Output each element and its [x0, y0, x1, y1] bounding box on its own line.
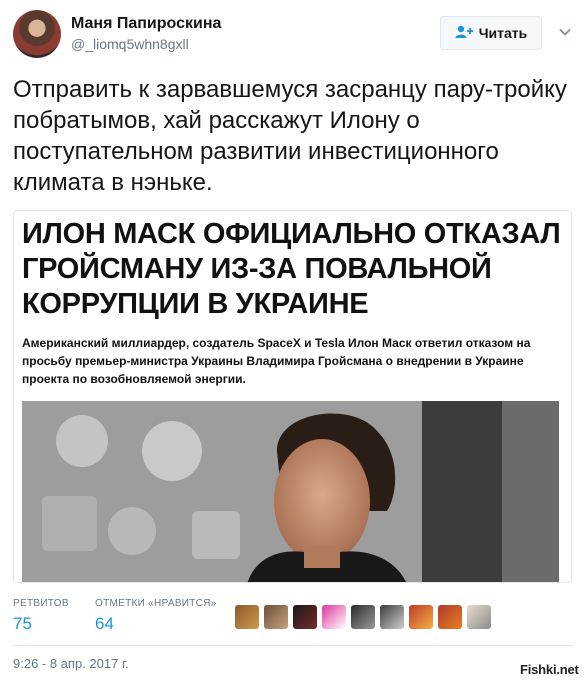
- liker-avatar[interactable]: [322, 605, 346, 629]
- likes-label: ОТМЕТКИ «НРАВИТСЯ»: [95, 598, 217, 609]
- link-card[interactable]: ИЛОН МАСК ОФИЦИАЛЬНО ОТКАЗАЛ ГРОЙСМАНУ И…: [13, 210, 572, 583]
- author-handle[interactable]: @_liomq5whn8gxll: [71, 36, 189, 52]
- card-photo: [22, 401, 559, 582]
- tweet-stats: РЕТВИТОВ 75 ОТМЕТКИ «НРАВИТСЯ» 64: [13, 598, 573, 638]
- liker-avatar[interactable]: [351, 605, 375, 629]
- author-name[interactable]: Маня Папироскина: [71, 15, 221, 33]
- tweet-header: Маня Папироскина @_liomq5whn8gxll Читать: [13, 10, 573, 60]
- site-watermark: Fishki.net: [520, 662, 579, 677]
- liker-avatar[interactable]: [264, 605, 288, 629]
- liker-avatar[interactable]: [293, 605, 317, 629]
- author-avatar[interactable]: [13, 10, 61, 58]
- add-user-icon: [455, 24, 473, 43]
- liker-avatar[interactable]: [409, 605, 433, 629]
- liker-avatar[interactable]: [467, 605, 491, 629]
- liker-avatar[interactable]: [380, 605, 404, 629]
- liker-avatar[interactable]: [438, 605, 462, 629]
- tweet-text: Отправить к зарвавшемуся засранцу пару-т…: [13, 76, 567, 196]
- follow-button-label: Читать: [478, 25, 528, 41]
- likes-stat[interactable]: ОТМЕТКИ «НРАВИТСЯ» 64: [95, 598, 217, 634]
- retweets-stat[interactable]: РЕТВИТОВ 75: [13, 598, 69, 634]
- card-headline: ИЛОН МАСК ОФИЦИАЛЬНО ОТКАЗАЛ ГРОЙСМАНУ И…: [22, 218, 561, 320]
- card-lead: Американский миллиардер, создатель Space…: [22, 336, 531, 386]
- likers-avatars: [235, 605, 491, 629]
- likes-count: 64: [95, 614, 114, 633]
- retweets-label: РЕТВИТОВ: [13, 598, 69, 609]
- divider: [13, 645, 573, 646]
- chevron-down-icon[interactable]: [557, 24, 573, 40]
- tweet-timestamp[interactable]: 9:26 - 8 апр. 2017 г.: [13, 656, 129, 671]
- liker-avatar[interactable]: [235, 605, 259, 629]
- follow-button[interactable]: Читать: [440, 16, 542, 50]
- retweets-count: 75: [13, 614, 32, 633]
